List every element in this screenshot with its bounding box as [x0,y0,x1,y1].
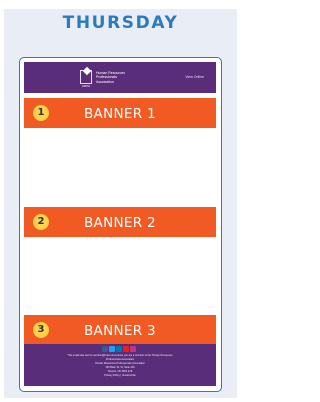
banner-1[interactable]: 1 BANNER 1 [24,98,216,128]
footer-text: This email was sent to member@hrpa.ca be… [24,354,216,377]
social-icons [102,346,136,352]
banner-3-label: BANNER 3 [84,323,156,339]
banner-1-number: 1 [33,105,49,121]
org-name: Human Resources Professionals Associatio… [96,71,125,84]
day-title: THURSDAY [62,13,179,33]
email-body: HRPA Human Resources Professionals Assoc… [24,62,216,386]
logo-abbr: HRPA [81,84,91,88]
twitter-icon[interactable] [109,346,115,352]
banner-2-number: 2 [33,214,49,230]
banner-1-label: BANNER 1 [84,106,156,122]
view-online-link[interactable]: View Online [185,75,204,79]
banner-2-label: BANNER 2 [84,215,156,231]
footer-line-6[interactable]: Privacy Policy | Unsubscribe [24,374,216,378]
banner-3-number: 3 [33,322,49,338]
linkedin-icon[interactable] [116,346,122,352]
instagram-icon[interactable] [130,346,136,352]
email-footer: This email was sent to member@hrpa.ca be… [24,344,216,386]
banner-2[interactable]: 2 BANNER 2 [24,207,216,237]
org-name-line3: Association [96,79,114,84]
hrpa-logo-icon [80,70,92,84]
youtube-icon[interactable] [123,346,129,352]
email-header: HRPA Human Resources Professionals Assoc… [24,62,216,93]
email-preview-frame[interactable]: HRPA Human Resources Professionals Assoc… [19,57,222,392]
facebook-icon[interactable] [102,346,108,352]
banner-3[interactable]: 3 BANNER 3 [24,315,216,345]
